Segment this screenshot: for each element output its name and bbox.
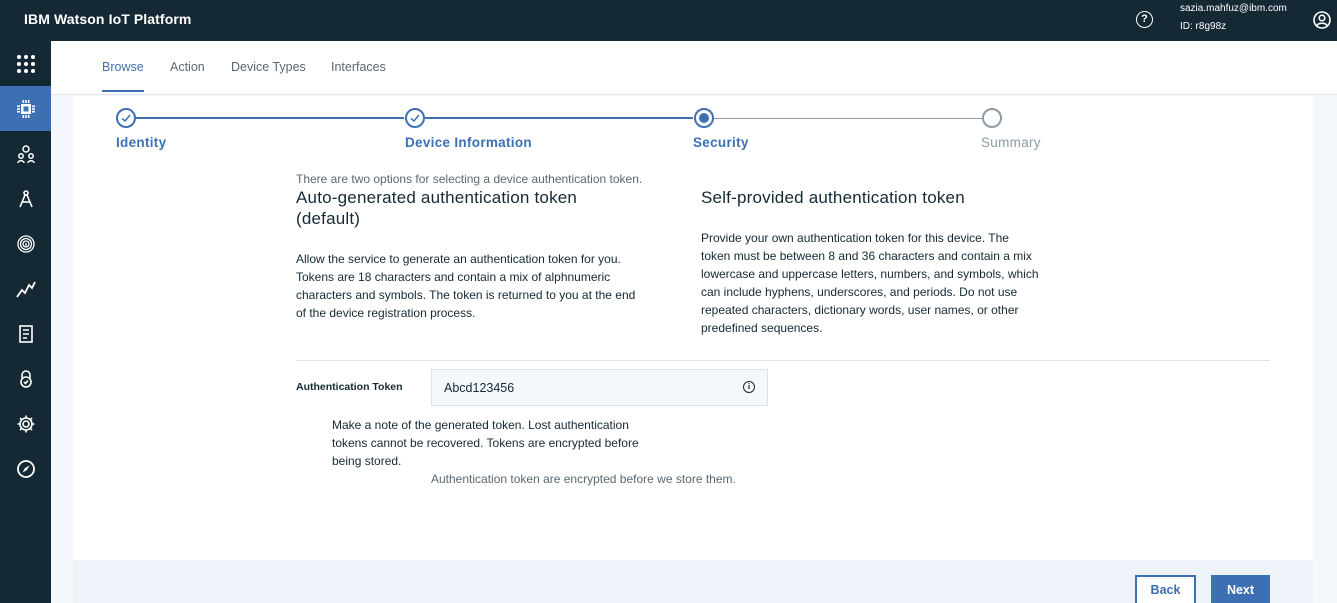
step-connector: [136, 117, 404, 119]
self-token-description: Provide your own authentication token fo…: [701, 229, 1039, 337]
note-line: being stored.: [332, 454, 402, 468]
devices-chip-icon[interactable]: [0, 86, 51, 131]
app-title[interactable]: IBM Watson IoT Platform: [24, 11, 191, 27]
step-connector: [714, 118, 982, 119]
description-line: repeated characters, dictionary words, u…: [701, 303, 1019, 317]
user-avatar-icon[interactable]: [1313, 11, 1331, 29]
security-lock-icon[interactable]: [0, 356, 51, 401]
auto-token-title[interactable]: Auto-generated authentication token (def…: [296, 187, 577, 229]
description-line: Provide your own authentication token fo…: [701, 231, 1009, 245]
fingerprint-icon[interactable]: [0, 221, 51, 266]
description-line: can include hyphens, underscores, and pe…: [701, 285, 1018, 299]
description-line: of the device registration process.: [296, 306, 476, 320]
auto-token-title-line: Auto-generated authentication token: [296, 188, 578, 207]
note-line: Make a note of the generated token. Lost…: [332, 418, 629, 432]
tab-interfaces[interactable]: Interfaces: [331, 60, 386, 90]
intro-text: There are two options for selecting a de…: [296, 172, 643, 186]
settings-gear-icon[interactable]: [0, 401, 51, 446]
step-complete-icon: [116, 108, 136, 128]
help-icon[interactable]: ?: [1136, 11, 1153, 28]
content-card: [73, 96, 1313, 560]
description-line: token must be between 8 and 36 character…: [701, 249, 1032, 263]
auto-token-description: Allow the service to generate an authent…: [296, 250, 635, 322]
tab-device-types[interactable]: Device Types: [231, 60, 306, 90]
description-line: lowercase and uppercase letters, numbers…: [701, 267, 1039, 281]
tab-bar: Browse Action Device Types Interfaces: [51, 41, 1337, 95]
section-divider: [296, 360, 1270, 361]
top-header: IBM Watson IoT Platform ? sazia.mahfuz@i…: [0, 0, 1337, 41]
side-nav: [0, 41, 51, 603]
next-button[interactable]: Next: [1211, 575, 1270, 603]
self-token-title[interactable]: Self-provided authentication token: [701, 187, 965, 208]
user-email: sazia.mahfuz@ibm.com: [1180, 3, 1287, 14]
step-pending-icon: [982, 108, 1002, 128]
step-complete-icon: [405, 108, 425, 128]
authentication-token-input[interactable]: [431, 369, 768, 406]
description-line: Tokens are 18 characters and contain a m…: [296, 270, 611, 284]
step-label-security: Security: [693, 135, 749, 150]
step-label-identity[interactable]: Identity: [116, 135, 166, 150]
token-helper-text: Authentication token are encrypted befor…: [431, 472, 736, 486]
rules-compass-icon[interactable]: [0, 176, 51, 221]
step-label-summary: Summary: [981, 135, 1041, 150]
tab-action[interactable]: Action: [170, 60, 205, 90]
apps-grid-icon[interactable]: [0, 41, 51, 86]
info-icon[interactable]: i: [743, 381, 755, 393]
usage-chart-icon[interactable]: [0, 266, 51, 311]
token-note: Make a note of the generated token. Lost…: [332, 416, 672, 470]
step-label-device-information[interactable]: Device Information: [405, 135, 532, 150]
members-icon[interactable]: [0, 131, 51, 176]
note-line: tokens cannot be recovered. Tokens are e…: [332, 436, 639, 450]
wizard-footer: [73, 560, 1313, 603]
back-button[interactable]: Back: [1135, 575, 1196, 603]
auto-token-title-line: (default): [296, 209, 361, 228]
org-id: ID: r8g98z: [1180, 21, 1227, 32]
token-field-label: Authentication Token: [296, 381, 403, 393]
explore-compass-icon[interactable]: [0, 446, 51, 491]
description-line: predefined sequences.: [701, 321, 823, 335]
step-current-icon: [694, 108, 714, 128]
description-line: characters and symbols. The token is ret…: [296, 288, 636, 302]
step-connector: [425, 117, 693, 119]
tab-browse[interactable]: Browse: [102, 60, 144, 92]
logs-document-icon[interactable]: [0, 311, 51, 356]
description-line: Allow the service to generate an authent…: [296, 252, 621, 266]
